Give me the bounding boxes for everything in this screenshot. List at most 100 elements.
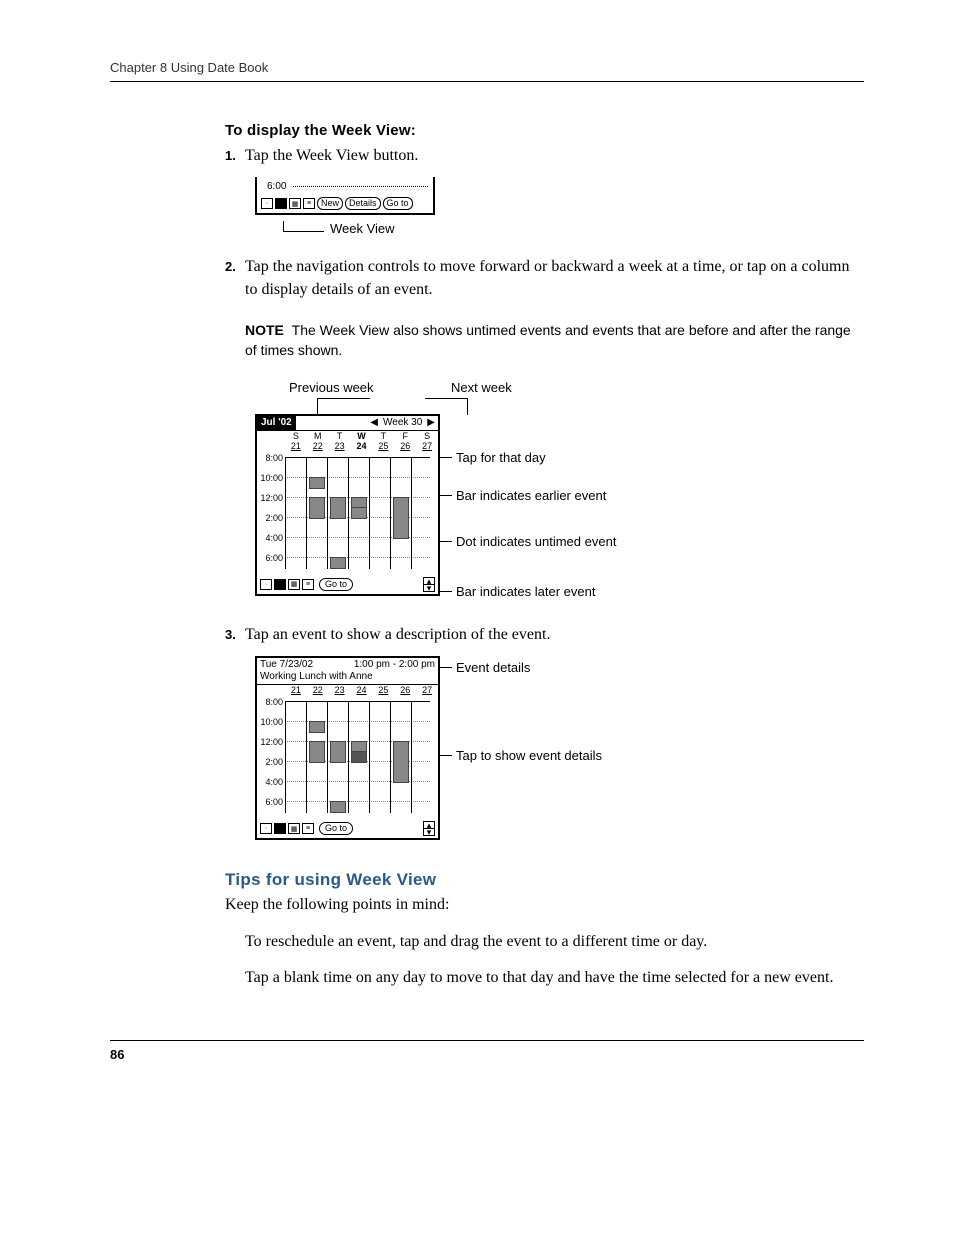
event-date: Tue 7/23/02 xyxy=(260,659,313,670)
event-bar[interactable] xyxy=(330,497,346,519)
date-col[interactable]: 23 xyxy=(329,685,351,695)
note-text: The Week View also shows untimed events … xyxy=(245,322,851,358)
agenda-view-icon[interactable]: ≡ xyxy=(302,579,314,590)
time-label: 4:00 xyxy=(257,533,285,553)
day-col[interactable]: M xyxy=(307,431,329,441)
date-col[interactable]: 21 xyxy=(285,441,307,451)
date-col[interactable]: 27 xyxy=(416,441,438,451)
callout-next-week: Next week xyxy=(451,380,541,396)
section-title: To display the Week View: xyxy=(225,122,864,139)
month-view-icon[interactable]: ▦ xyxy=(289,198,301,209)
callout-untimed: Dot indicates untimed event xyxy=(456,534,616,549)
day-col[interactable]: F xyxy=(394,431,416,441)
date-col[interactable]: 24 xyxy=(351,441,373,451)
step-text: Tap an event to show a description of th… xyxy=(245,624,550,646)
callout-prev-week: Previous week xyxy=(289,380,379,396)
next-week-arrow[interactable]: ▶ xyxy=(424,417,438,428)
prev-week-arrow[interactable]: ◀ xyxy=(367,417,381,428)
tips-intro: Keep the following points in mind: xyxy=(225,894,864,916)
fig1-dotline xyxy=(293,186,428,187)
time-label: 2:00 xyxy=(257,513,285,533)
month-label: Jul '02 xyxy=(257,416,296,430)
date-col[interactable]: 22 xyxy=(307,441,329,451)
week-view-icon[interactable] xyxy=(274,579,286,590)
event-bar[interactable] xyxy=(309,741,325,763)
date-col[interactable]: 26 xyxy=(394,685,416,695)
event-bar[interactable] xyxy=(330,801,346,813)
callout-tap-day: Tap for that day xyxy=(456,450,546,465)
time-label: 12:00 xyxy=(257,493,285,513)
date-col[interactable]: 26 xyxy=(394,441,416,451)
event-title: Working Lunch with Anne xyxy=(257,671,438,685)
fig1-timeslot: 6:00 xyxy=(267,181,429,192)
step-text: Tap the Week View button. xyxy=(245,145,418,167)
day-view-icon[interactable]: · xyxy=(260,823,272,834)
fig1-caption: Week View xyxy=(283,221,864,236)
tips-heading: Tips for using Week View xyxy=(225,870,864,890)
callout-event-details: Event details xyxy=(456,660,530,675)
scroll-arrows[interactable]: ▴▾ xyxy=(423,821,435,836)
step-num: 1. xyxy=(225,145,245,167)
date-col[interactable]: 25 xyxy=(372,685,394,695)
figure-3: Tue 7/23/02 1:00 pm - 2:00 pm Working Lu… xyxy=(245,656,864,840)
event-bar[interactable] xyxy=(330,741,346,763)
date-col[interactable]: 22 xyxy=(307,685,329,695)
step-text: Tap the navigation controls to move forw… xyxy=(245,256,864,301)
week-view-icon[interactable] xyxy=(275,198,287,209)
event-bar[interactable] xyxy=(351,507,367,519)
time-label: 2:00 xyxy=(257,757,285,777)
day-view-icon[interactable]: · xyxy=(260,579,272,590)
time-label: 6:00 xyxy=(257,797,285,817)
event-bar[interactable] xyxy=(330,557,346,569)
date-header-row: 21 22 23 24 25 26 27 xyxy=(257,685,438,695)
goto-button[interactable]: Go to xyxy=(383,197,413,210)
event-bar-selected[interactable] xyxy=(351,751,367,763)
page-header: Chapter 8 Using Date Book xyxy=(110,60,864,82)
callout-earlier: Bar indicates earlier event xyxy=(456,488,606,503)
scroll-arrows[interactable]: ▴▾ xyxy=(423,577,435,592)
figure-1: 6:00 · ▦ ≡ New Details Go to Week View xyxy=(245,177,864,236)
goto-button[interactable]: Go to xyxy=(319,578,353,591)
details-button[interactable]: Details xyxy=(345,197,381,210)
event-bar[interactable] xyxy=(309,497,325,519)
event-bar[interactable] xyxy=(309,721,325,733)
date-col[interactable]: 23 xyxy=(329,441,351,451)
step-num: 2. xyxy=(225,256,245,301)
event-bar[interactable] xyxy=(393,741,409,783)
step-2: 2. Tap the navigation controls to move f… xyxy=(225,256,864,301)
date-col[interactable]: 27 xyxy=(416,685,438,695)
day-col[interactable]: T xyxy=(329,431,351,441)
step-3: 3. Tap an event to show a description of… xyxy=(225,624,864,646)
day-col[interactable]: S xyxy=(416,431,438,441)
date-col[interactable]: 21 xyxy=(285,685,307,695)
tips-p2: Tap a blank time on any day to move to t… xyxy=(245,967,864,989)
fig1-caption-text: Week View xyxy=(330,221,395,236)
week-number: Week 30 xyxy=(381,417,424,428)
week-view-device-details: Tue 7/23/02 1:00 pm - 2:00 pm Working Lu… xyxy=(255,656,440,840)
agenda-view-icon[interactable]: ≡ xyxy=(303,198,315,209)
step-num: 3. xyxy=(225,624,245,646)
fig1-time: 6:00 xyxy=(267,181,286,192)
new-button[interactable]: New xyxy=(317,197,343,210)
week-view-icon[interactable] xyxy=(274,823,286,834)
time-label: 8:00 xyxy=(257,453,285,473)
day-col[interactable]: S xyxy=(285,431,307,441)
month-view-icon[interactable]: ▦ xyxy=(288,823,300,834)
day-col[interactable]: W xyxy=(351,431,373,441)
date-col[interactable]: 24 xyxy=(351,685,373,695)
note-block: NOTE The Week View also shows untimed ev… xyxy=(245,321,864,360)
event-bar[interactable] xyxy=(309,477,325,489)
day-col[interactable]: T xyxy=(372,431,394,441)
date-col[interactable]: 25 xyxy=(372,441,394,451)
callout-later: Bar indicates later event xyxy=(456,584,595,599)
month-view-icon[interactable]: ▦ xyxy=(288,579,300,590)
event-bar[interactable] xyxy=(393,497,409,539)
goto-button[interactable]: Go to xyxy=(319,822,353,835)
time-label: 12:00 xyxy=(257,737,285,757)
date-header-row: 21 22 23 24 25 26 27 xyxy=(257,441,438,451)
time-label: 10:00 xyxy=(257,473,285,493)
time-label: 4:00 xyxy=(257,777,285,797)
event-timerange: 1:00 pm - 2:00 pm xyxy=(354,659,435,670)
day-view-icon[interactable]: · xyxy=(261,198,273,209)
agenda-view-icon[interactable]: ≡ xyxy=(302,823,314,834)
